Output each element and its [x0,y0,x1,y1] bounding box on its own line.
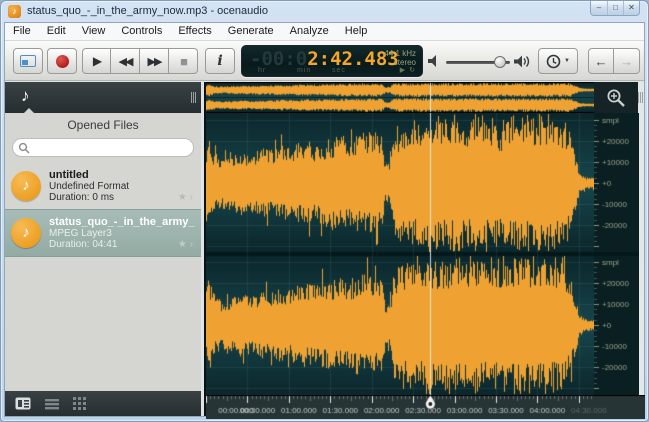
item-action-icons[interactable]: ★ › [178,239,193,250]
rewind-button[interactable]: ◀◀ [111,48,140,74]
maximize-button[interactable]: □ [607,1,623,15]
menu-help[interactable]: Help [337,23,376,40]
arrow-left-icon: ← [595,54,608,69]
list-item[interactable]: ♪ status_quo_-_in_the_army_now....MPEG La… [5,209,201,257]
playback-mode-icons: ▶ ↻ [400,66,416,74]
file-title: untitled [49,169,195,181]
fast-forward-icon: ▶▶ [148,55,161,68]
close-button[interactable]: ✕ [623,1,639,15]
play-icon: ▶ [93,54,100,68]
app-body: FileEditViewControlsEffectsGenerateAnaly… [4,22,645,417]
search-icon [18,142,30,154]
file-duration: Duration: 04:41 [49,239,195,250]
file-title: status_quo_-_in_the_army_now.... [49,216,195,228]
minimize-button[interactable]: – [591,1,607,15]
audio-file-icon: ♪ [11,218,41,248]
file-duration: Duration: 0 ms [49,192,195,203]
time-format-button[interactable]: ▼ [538,48,578,74]
menu-file[interactable]: File [5,23,39,40]
overview-row [206,82,644,113]
fast-forward-button[interactable]: ▶▶ [140,48,169,74]
toolbar: ▶ ◀◀ ▶▶ ■ i -00:02:42.483 hr min sec 44.… [5,41,644,81]
menu-bar: FileEditViewControlsEffectsGenerateAnaly… [5,23,644,41]
list-item[interactable]: ♪ untitledUndefined FormatDuration: 0 ms★… [5,163,201,209]
sidebar-footer [5,391,201,416]
zoom-box [594,82,638,113]
app-icon: ♪ [8,5,21,18]
zoom-in-icon[interactable] [606,88,626,108]
right-splitter-lower [639,113,644,395]
menu-effects[interactable]: Effects [170,23,219,40]
app-window: ♪ status_quo_-_in_the_army_now.mp3 - oce… [0,0,649,422]
grid-view-icon[interactable] [73,397,86,410]
waveform-view[interactable] [206,113,594,395]
waveform-row [206,113,644,395]
info-icon: i [217,53,222,69]
title-bar[interactable]: ♪ status_quo_-_in_the_army_now.mp3 - oce… [1,1,648,22]
rewind-icon: ◀◀ [119,55,132,68]
file-info: untitledUndefined FormatDuration: 0 ms [49,169,195,203]
unit-sec-label: sec [332,67,346,74]
amplitude-scale [594,113,639,395]
volume-high-icon [514,55,531,68]
details-view-icon[interactable] [15,397,31,410]
toggle-sidebar-button[interactable] [13,48,43,74]
volume-low-icon [428,55,441,67]
file-format: Undefined Format [49,181,195,192]
window-controls: – □ ✕ [590,1,640,16]
clock-icon [546,54,561,69]
time-digits: -00:02:42.483 [250,48,399,70]
redo-forward-button[interactable]: → [614,48,640,74]
file-list: ♪untitledUndefined FormatDuration: 0 ms★… [5,163,201,257]
unit-min-label: min [297,67,311,74]
undo-back-button[interactable]: ← [588,48,614,74]
opened-files-panel: Opened Files ♪untitledUndefined FormatDu… [5,113,201,391]
menu-controls[interactable]: Controls [113,23,170,40]
right-splitter[interactable] [638,82,644,113]
menu-analyze[interactable]: Analyze [282,23,337,40]
editor-area [201,82,644,416]
sidebar: ♪ Opened Files ♪ untitledUndefined Format… [5,82,201,416]
unit-hr-label: hr [258,67,266,74]
record-icon [56,55,69,68]
timeline-ruler[interactable] [206,395,645,419]
file-info: status_quo_-_in_the_army_now....MPEG Lay… [49,216,195,250]
file-format: MPEG Layer3 [49,228,195,239]
play-button[interactable]: ▶ [82,48,111,74]
active-tab-notch [23,108,35,114]
search-box [12,138,194,157]
window-title: status_quo_-_in_the_army_now.mp3 - ocena… [27,5,268,17]
list-view-icon[interactable] [45,398,59,410]
info-button[interactable]: i [205,48,235,74]
audio-file-icon: ♪ [11,171,41,201]
sidebar-drag-handle-icon[interactable] [191,92,196,103]
menu-view[interactable]: View [74,23,114,40]
menu-generate[interactable]: Generate [220,23,282,40]
arrow-right-icon: → [620,54,633,69]
panel-title: Opened Files [5,113,201,135]
content-area: ♪ Opened Files ♪ untitledUndefined Format… [5,82,644,416]
search-input[interactable] [33,140,187,155]
music-note-tab-icon[interactable]: ♪ [21,86,30,106]
splitter-handle-icon [638,92,643,103]
volume-slider-knob[interactable] [494,56,506,68]
sidebar-icon [20,55,36,67]
menu-edit[interactable]: Edit [39,23,74,40]
waveform-overview[interactable] [206,82,594,113]
stream-info: 44.1 kHz stereo [384,49,416,67]
item-action-icons[interactable]: ★ › [178,192,193,203]
stop-icon: ■ [180,54,186,69]
sidebar-header: ♪ [5,82,201,113]
caret-down-icon: ▼ [564,58,570,64]
time-display[interactable]: -00:02:42.483 hr min sec 44.1 kHz stereo… [241,45,423,77]
record-button[interactable] [47,48,77,74]
sample-rate-label: 44.1 kHz [384,49,416,58]
stop-button[interactable]: ■ [169,48,198,74]
